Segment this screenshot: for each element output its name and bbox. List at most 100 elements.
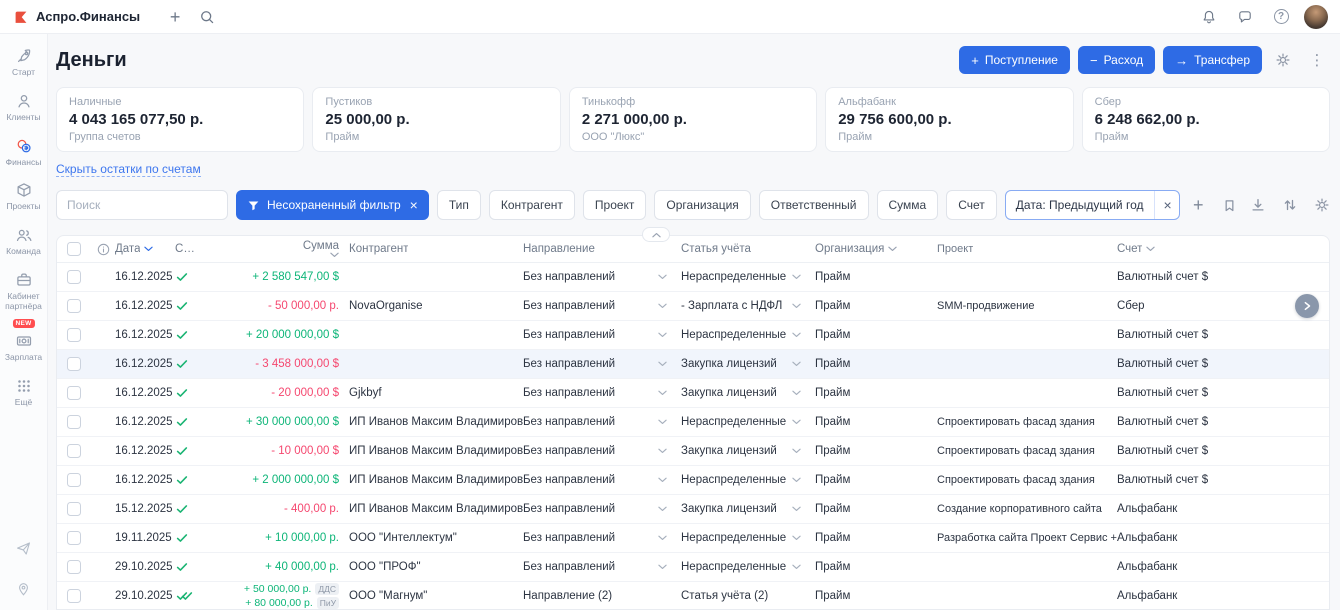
- row-category[interactable]: Нераспределенные: [681, 474, 815, 486]
- column-header-org[interactable]: Организация: [815, 243, 937, 255]
- row-checkbox[interactable]: [67, 444, 81, 458]
- sort-order-icon[interactable]: [1282, 197, 1298, 213]
- table-row[interactable]: 16.12.2025+ 20 000 000,00 $Без направлен…: [57, 321, 1329, 350]
- table-row[interactable]: 16.12.2025- 20 000,00 $GjkbyfБез направл…: [57, 379, 1329, 408]
- account-card-1[interactable]: Пустиков25 000,00 р.Прайм: [312, 87, 560, 152]
- row-category[interactable]: Закупка лицензий: [681, 387, 815, 399]
- global-search-button[interactable]: [194, 4, 220, 30]
- sort-caret-icon[interactable]: [144, 246, 153, 252]
- row-direction[interactable]: Без направлений: [523, 416, 681, 428]
- sort-caret-icon[interactable]: [330, 252, 339, 258]
- search-input[interactable]: [56, 190, 228, 220]
- row-checkbox[interactable]: [67, 560, 81, 574]
- chevron-down-icon[interactable]: [658, 274, 667, 280]
- row-direction[interactable]: Без направлений: [523, 561, 681, 573]
- filter-chip-1[interactable]: Контрагент: [489, 190, 575, 220]
- unsaved-filter-button[interactable]: Несохраненный фильтр ×: [236, 190, 429, 220]
- row-checkbox[interactable]: [67, 328, 81, 342]
- table-row[interactable]: 16.12.2025+ 2 000 000,00 $ИП Иванов Макс…: [57, 466, 1329, 495]
- filter-chip-5[interactable]: Сумма: [877, 190, 939, 220]
- page-settings-gear-icon[interactable]: [1270, 47, 1296, 73]
- table-row[interactable]: 16.12.2025- 10 000,00 $ИП Иванов Максим …: [57, 437, 1329, 466]
- transfer-button[interactable]: →Трансфер: [1163, 46, 1262, 74]
- hide-balances-link[interactable]: Скрыть остатки по счетам: [56, 162, 201, 177]
- date-filter-chip[interactable]: Дата: Предыдущий год ×: [1005, 190, 1181, 220]
- column-header-acc[interactable]: Счет: [1117, 243, 1321, 255]
- select-all-checkbox[interactable]: [67, 242, 81, 256]
- row-direction[interactable]: Без направлений: [523, 445, 681, 457]
- row-direction[interactable]: Без направлений: [523, 300, 681, 312]
- app-logo-icon[interactable]: [12, 8, 30, 26]
- chevron-down-icon[interactable]: [658, 332, 667, 338]
- row-direction[interactable]: Без направлений: [523, 532, 681, 544]
- user-avatar[interactable]: [1304, 5, 1328, 29]
- filter-chip-3[interactable]: Организация: [654, 190, 750, 220]
- chevron-down-icon[interactable]: [792, 390, 801, 396]
- row-category[interactable]: Нераспределенные: [681, 329, 815, 341]
- column-header-amount[interactable]: Сумма: [209, 240, 349, 258]
- chevron-down-icon[interactable]: [792, 274, 801, 280]
- sidebar-item-3[interactable]: Проекты: [0, 174, 47, 219]
- account-card-3[interactable]: Альфабанк29 756 600,00 р.Прайм: [825, 87, 1073, 152]
- row-category[interactable]: Нераспределенные: [681, 561, 815, 573]
- chevron-down-icon[interactable]: [658, 303, 667, 309]
- sidebar-item-5[interactable]: Кабинет партнёра: [0, 264, 47, 319]
- table-row[interactable]: 16.12.2025+ 2 580 547,00 $Без направлени…: [57, 263, 1329, 292]
- pin-icon[interactable]: [15, 581, 32, 598]
- bookmark-icon[interactable]: [1216, 192, 1242, 218]
- chevron-down-icon[interactable]: [658, 535, 667, 541]
- table-row[interactable]: 29.10.2025+ 40 000,00 р.ООО "ПРОФ"Без на…: [57, 553, 1329, 582]
- chevron-down-icon[interactable]: [792, 448, 801, 454]
- expense-button[interactable]: −Расход: [1078, 46, 1155, 74]
- table-row[interactable]: 16.12.2025- 50 000,00 р.NovaOrganiseБез …: [57, 292, 1329, 321]
- row-category[interactable]: Закупка лицензий: [681, 503, 815, 515]
- open-row-button[interactable]: [1295, 294, 1319, 318]
- add-filter-icon[interactable]: +: [1188, 196, 1208, 214]
- row-category[interactable]: Закупка лицензий: [681, 445, 815, 457]
- row-category[interactable]: Нераспределенные: [681, 532, 815, 544]
- messages-button[interactable]: [1232, 4, 1258, 30]
- chevron-down-icon[interactable]: [658, 448, 667, 454]
- row-direction[interactable]: Без направлений: [523, 358, 681, 370]
- table-row[interactable]: 16.12.2025- 3 458 000,00 $Без направлени…: [57, 350, 1329, 379]
- row-category[interactable]: Закупка лицензий: [681, 358, 815, 370]
- account-card-0[interactable]: Наличные4 043 165 077,50 р.Группа счетов: [56, 87, 304, 152]
- account-card-2[interactable]: Тинькофф2 271 000,00 р.ООО "Люкс": [569, 87, 817, 152]
- chevron-down-icon[interactable]: [658, 419, 667, 425]
- chevron-down-icon[interactable]: [658, 506, 667, 512]
- help-button[interactable]: ?: [1268, 4, 1294, 30]
- chevron-down-icon[interactable]: [792, 332, 801, 338]
- download-icon[interactable]: [1250, 197, 1266, 213]
- row-checkbox[interactable]: [67, 415, 81, 429]
- row-category[interactable]: - Зарплата с НДФЛ: [681, 300, 815, 312]
- table-row[interactable]: 15.12.2025- 400,00 р.ИП Иванов Максим Вл…: [57, 495, 1329, 524]
- chevron-down-icon[interactable]: [658, 361, 667, 367]
- row-direction[interactable]: Без направлений: [523, 387, 681, 399]
- table-row[interactable]: 16.12.2025+ 30 000 000,00 $ИП Иванов Мак…: [57, 408, 1329, 437]
- info-icon[interactable]: [97, 243, 110, 256]
- row-direction[interactable]: Без направлений: [523, 474, 681, 486]
- row-category[interactable]: Нераспределенные: [681, 416, 815, 428]
- notifications-button[interactable]: [1196, 4, 1222, 30]
- income-button[interactable]: +Поступление: [959, 46, 1070, 74]
- chevron-down-icon[interactable]: [792, 361, 801, 367]
- row-checkbox[interactable]: [67, 531, 81, 545]
- sidebar-item-6[interactable]: NEWЗарплата: [0, 318, 47, 370]
- chevron-down-icon[interactable]: [792, 303, 801, 309]
- sidebar-item-7[interactable]: Ещё: [0, 370, 47, 415]
- row-direction[interactable]: Без направлений: [523, 271, 681, 283]
- remove-date-filter-icon[interactable]: ×: [1154, 191, 1181, 219]
- row-checkbox[interactable]: [67, 473, 81, 487]
- chevron-down-icon[interactable]: [658, 477, 667, 483]
- row-checkbox[interactable]: [67, 589, 81, 603]
- kebab-menu-icon[interactable]: ⋮: [1304, 47, 1330, 73]
- filter-chip-6[interactable]: Счет: [946, 190, 997, 220]
- sidebar-item-2[interactable]: Финансы: [0, 130, 47, 175]
- sidebar-item-0[interactable]: Старт: [0, 40, 47, 85]
- row-direction[interactable]: Без направлений: [523, 503, 681, 515]
- sort-caret-icon[interactable]: [1146, 246, 1155, 252]
- account-card-4[interactable]: Сбер6 248 662,00 р.Прайм: [1082, 87, 1330, 152]
- filter-chip-0[interactable]: Тип: [437, 190, 481, 220]
- chevron-down-icon[interactable]: [792, 564, 801, 570]
- quick-add-button[interactable]: +: [162, 4, 188, 30]
